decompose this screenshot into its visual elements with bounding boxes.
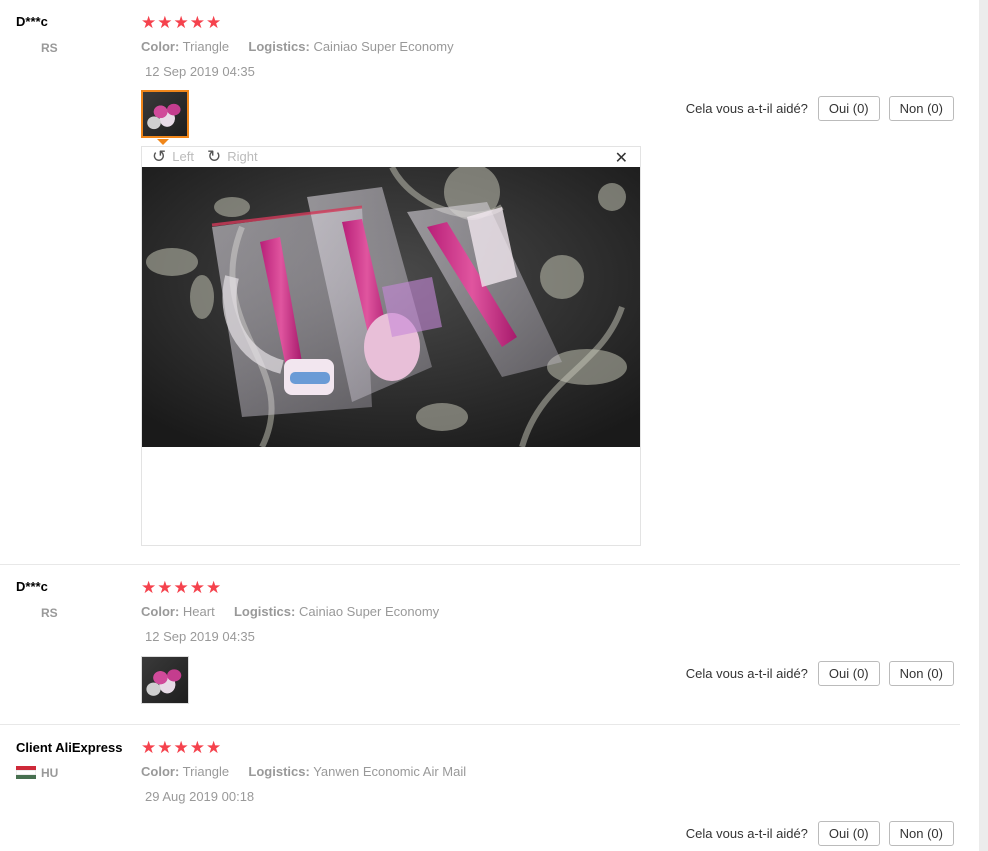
review-date: 12 Sep 2019 04:35 <box>145 64 255 79</box>
helpful-no-button[interactable]: Non (0) <box>888 661 954 686</box>
helpful-question: Cela vous a-t-il aidé? <box>685 101 808 116</box>
color-value: Triangle <box>182 764 230 779</box>
scrollbar[interactable] <box>979 0 988 851</box>
rotate-left-button[interactable]: ↺ Left <box>152 148 194 165</box>
logistics-value: Yanwen Economic Air Mail <box>313 764 467 779</box>
color-label: Color: <box>141 764 180 779</box>
helpful-yes-button[interactable]: Oui (0) <box>817 96 880 121</box>
review-attributes: Color: Triangle Logistics: Cainiao Super… <box>141 39 454 54</box>
rotate-right-label: Right <box>227 149 258 164</box>
rotate-right-button[interactable]: ↻ Right <box>207 148 258 165</box>
reviewer-country: RS <box>41 41 58 55</box>
logistics-label: Logistics: <box>248 39 310 54</box>
review-attributes: Color: Heart Logistics: Cainiao Super Ec… <box>141 604 439 619</box>
review-photo <box>142 167 640 447</box>
logistics-value: Cainiao Super Economy <box>313 39 454 54</box>
rotate-left-icon: ↺ <box>152 147 167 166</box>
review-attributes: Color: Triangle Logistics: Yanwen Econom… <box>141 764 466 779</box>
helpful-question: Cela vous a-t-il aidé? <box>685 826 808 841</box>
star-rating: ★★★★★ <box>141 13 223 32</box>
review-date: 12 Sep 2019 04:35 <box>145 629 255 644</box>
rotate-right-icon: ↻ <box>207 147 222 166</box>
helpful-question: Cela vous a-t-il aidé? <box>685 666 808 681</box>
review-date: 29 Aug 2019 00:18 <box>145 789 255 804</box>
review-photo-thumbnail[interactable] <box>141 90 189 138</box>
reviewer-name: Client AliExpress <box>16 740 123 755</box>
helpful-no-button[interactable]: Non (0) <box>888 821 954 846</box>
close-icon[interactable]: ✕ <box>615 148 628 168</box>
color-value: Triangle <box>182 39 230 54</box>
helpful-vote: Cela vous a-t-il aidé? Oui (0) Non (0) <box>686 96 954 121</box>
logistics-value: Cainiao Super Economy <box>298 604 440 619</box>
star-rating: ★★★★★ <box>141 578 223 597</box>
photo-viewer: ↺ Left ↻ Right ✕ <box>141 146 641 546</box>
color-label: Color: <box>141 604 180 619</box>
helpful-yes-button[interactable]: Oui (0) <box>817 821 880 846</box>
thumbnail-pointer <box>157 139 169 145</box>
logistics-label: Logistics: <box>248 764 310 779</box>
hungary-flag-icon <box>16 766 36 779</box>
color-label: Color: <box>141 39 180 54</box>
logistics-label: Logistics: <box>233 604 296 619</box>
reviewer-name: D***c <box>16 14 48 29</box>
reviewer-name: D***c <box>16 579 48 594</box>
helpful-yes-button[interactable]: Oui (0) <box>817 661 880 686</box>
reviewer-country: RS <box>41 606 58 620</box>
photo-viewer-toolbar: ↺ Left ↻ Right ✕ <box>142 147 640 167</box>
helpful-vote: Cela vous a-t-il aidé? Oui (0) Non (0) <box>686 661 954 686</box>
review-divider <box>0 724 960 725</box>
color-value: Heart <box>182 604 215 619</box>
star-rating: ★★★★★ <box>141 738 223 757</box>
review-photo-thumbnail[interactable] <box>141 656 189 704</box>
rotate-left-label: Left <box>172 149 194 164</box>
review-divider <box>0 564 960 565</box>
helpful-no-button[interactable]: Non (0) <box>888 96 954 121</box>
helpful-vote: Cela vous a-t-il aidé? Oui (0) Non (0) <box>686 821 954 846</box>
reviewer-country: HU <box>41 766 59 780</box>
